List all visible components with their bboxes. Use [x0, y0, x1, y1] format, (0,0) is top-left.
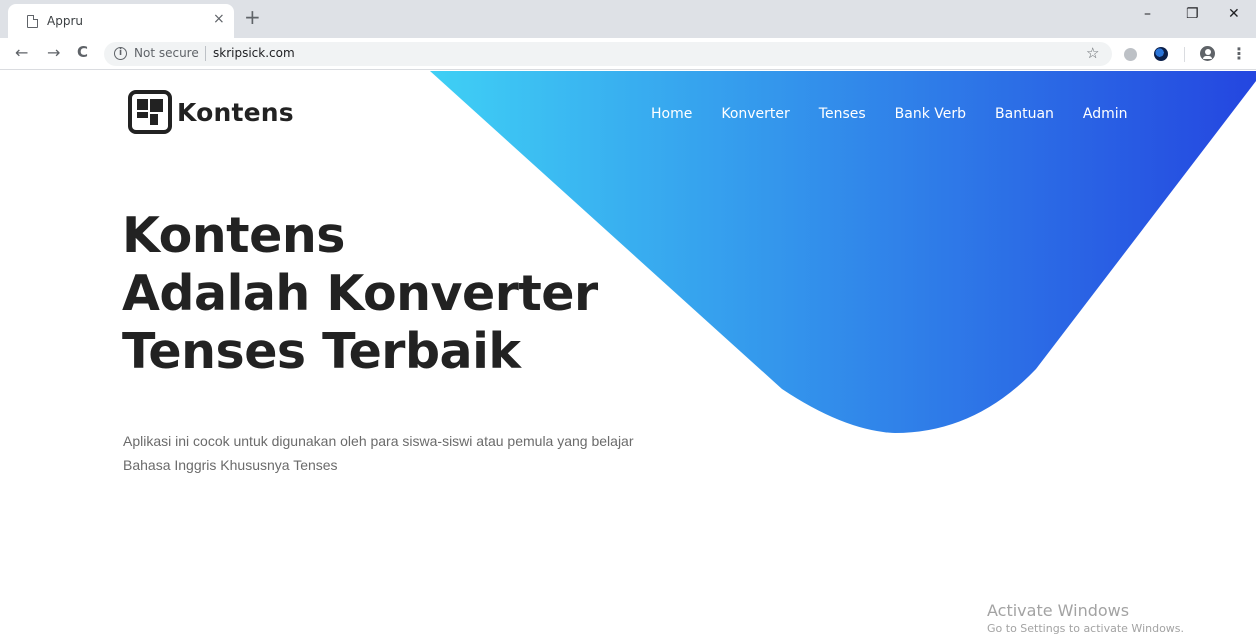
security-label[interactable]: Not secure: [134, 46, 199, 60]
windows-activation-watermark: Activate Windows Go to Settings to activ…: [987, 601, 1184, 636]
new-tab-button[interactable]: +: [244, 6, 261, 28]
toolbar-divider: [1184, 47, 1185, 62]
extension-globe-icon[interactable]: [1124, 48, 1137, 61]
profile-icon[interactable]: [1200, 46, 1215, 61]
nav-admin[interactable]: Admin: [1083, 106, 1128, 122]
address-bar[interactable]: i Not secure skripsick.com ☆: [104, 42, 1112, 66]
browser-tab[interactable]: Appru ×: [8, 4, 234, 38]
watermark-title: Activate Windows: [987, 601, 1130, 620]
hero-description: Aplikasi ini cocok untuk digunakan oleh …: [123, 433, 634, 473]
forward-button[interactable]: →: [47, 43, 60, 62]
nav-bantuan[interactable]: Bantuan: [995, 106, 1054, 122]
extension-app-icon[interactable]: [1154, 47, 1168, 61]
browser-toolbar: ← → C i Not secure skripsick.com ☆ ⋮: [0, 38, 1256, 70]
main-nav: Home Konverter Tenses Bank Verb Bantuan …: [651, 106, 1157, 122]
hero-headline: Kontens Adalah Konverter Tenses Terbaik: [122, 207, 722, 381]
logo-text: Kontens: [177, 97, 294, 127]
nav-konverter[interactable]: Konverter: [721, 106, 789, 122]
browser-tabstrip: Appru × + – ❐ ✕: [0, 0, 1256, 38]
tab-close-icon[interactable]: ×: [213, 11, 225, 27]
tab-title: Appru: [47, 14, 83, 28]
minimize-button[interactable]: –: [1144, 6, 1151, 22]
page-viewport: Kontens Home Konverter Tenses Bank Verb …: [0, 71, 1256, 639]
browser-menu-icon[interactable]: ⋮: [1231, 44, 1247, 63]
nav-tenses[interactable]: Tenses: [819, 106, 866, 122]
page-icon: [27, 14, 39, 28]
watermark-subtitle: Go to Settings to activate Windows.: [987, 622, 1185, 635]
nav-bank-verb[interactable]: Bank Verb: [895, 106, 966, 122]
site-logo[interactable]: Kontens: [127, 89, 294, 135]
url-text[interactable]: skripsick.com: [213, 46, 295, 60]
headline-line: Tenses Terbaik: [122, 323, 521, 380]
reload-button[interactable]: C: [77, 43, 88, 61]
nav-home[interactable]: Home: [651, 106, 692, 122]
info-icon[interactable]: i: [114, 47, 127, 60]
restore-button[interactable]: ❐: [1186, 6, 1199, 22]
close-window-button[interactable]: ✕: [1228, 6, 1240, 22]
back-button[interactable]: ←: [15, 43, 28, 62]
logo-icon: [128, 90, 172, 134]
bookmark-star-icon[interactable]: ☆: [1086, 44, 1099, 62]
headline-line: Kontens: [122, 207, 345, 264]
headline-line: Adalah Konverter: [122, 265, 598, 322]
omnibox-divider: [205, 46, 206, 61]
